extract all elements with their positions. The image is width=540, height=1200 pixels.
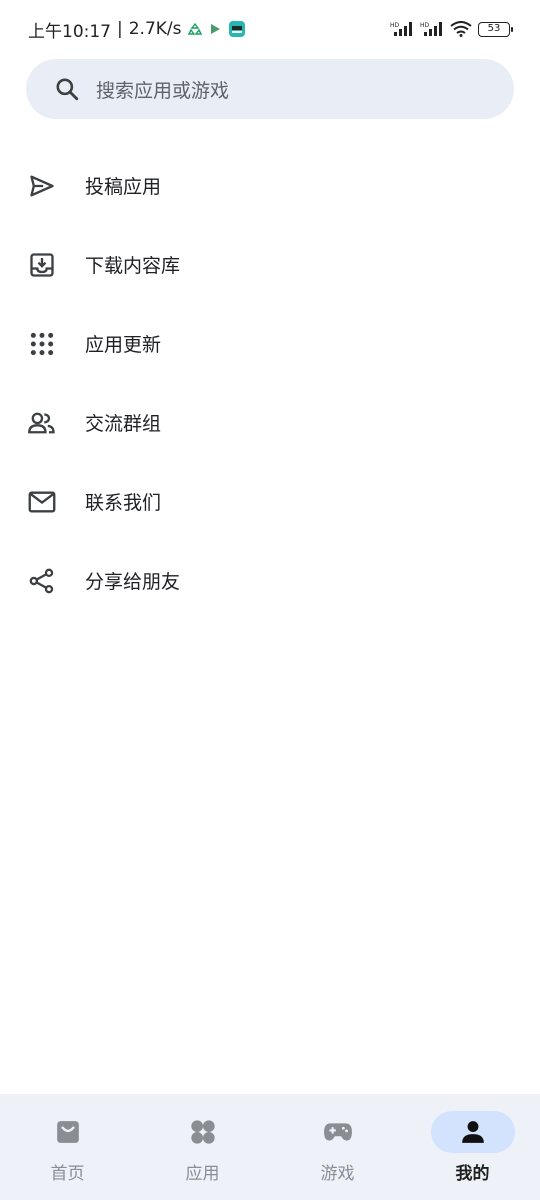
- play-store-icon: [208, 22, 222, 36]
- nav-tab-home[interactable]: 首页: [0, 1094, 135, 1184]
- nav-label: 游戏: [320, 1164, 355, 1184]
- menu-item-contact-us[interactable]: 联系我们: [0, 462, 540, 541]
- app-notification-icon: [228, 20, 246, 38]
- group-icon: [27, 408, 57, 438]
- svg-text:HD: HD: [420, 22, 430, 29]
- apps-grid-icon: [27, 329, 57, 359]
- nav-tab-games[interactable]: 游戏: [270, 1094, 405, 1184]
- gamepad-icon: [323, 1120, 353, 1144]
- menu-item-label: 投稿应用: [85, 176, 162, 198]
- send-icon: [27, 171, 57, 201]
- home-bag-icon: [55, 1119, 81, 1145]
- menu-item-label: 下载内容库: [85, 255, 181, 277]
- status-separator: |: [117, 19, 123, 39]
- status-bar: 上午10:17 | 2.7K/s HD HD 53: [0, 0, 540, 58]
- nav-pill-active: [430, 1111, 515, 1153]
- nav-label: 首页: [50, 1164, 85, 1184]
- menu-item-app-updates[interactable]: 应用更新: [0, 304, 540, 383]
- menu-item-submit-app[interactable]: 投稿应用: [0, 146, 540, 225]
- menu-item-community-groups[interactable]: 交流群组: [0, 383, 540, 462]
- bottom-nav: 首页 应用 游戏 我的: [0, 1094, 540, 1200]
- search-icon: [54, 76, 80, 102]
- status-time: 上午10:17: [28, 21, 111, 42]
- hd-signal-icon: HD: [420, 21, 444, 37]
- nav-pill: [26, 1111, 110, 1153]
- battery-icon: 53: [478, 21, 513, 37]
- status-left: 上午10:17 | 2.7K/s: [28, 17, 246, 42]
- status-right: HD HD 53: [390, 21, 513, 37]
- nav-label: 我的: [455, 1164, 490, 1184]
- hd-signal-icon: HD: [390, 21, 414, 37]
- nav-tab-me[interactable]: 我的: [405, 1094, 540, 1184]
- menu-list: 投稿应用 下载内容库 应用更新 交流群组 联系我们 分享给朋友: [0, 146, 540, 620]
- share-icon: [27, 566, 57, 596]
- nav-pill: [161, 1111, 245, 1153]
- search-placeholder: 搜索应用或游戏: [96, 79, 230, 102]
- menu-item-download-library[interactable]: 下载内容库: [0, 225, 540, 304]
- menu-item-share[interactable]: 分享给朋友: [0, 541, 540, 620]
- apps-icon: [189, 1118, 217, 1146]
- network-speed: 2.7K/s: [128, 19, 182, 39]
- person-icon: [460, 1119, 486, 1145]
- mail-icon: [27, 487, 57, 517]
- wifi-icon: [450, 21, 472, 37]
- menu-item-label: 交流群组: [85, 413, 162, 435]
- search-bar[interactable]: 搜索应用或游戏: [26, 59, 514, 119]
- svg-text:HD: HD: [390, 22, 400, 29]
- menu-item-label: 分享给朋友: [85, 571, 181, 593]
- nav-pill: [296, 1111, 380, 1153]
- nav-tab-apps[interactable]: 应用: [135, 1094, 270, 1184]
- download-inbox-icon: [27, 250, 57, 280]
- menu-item-label: 联系我们: [85, 492, 162, 514]
- nav-label: 应用: [185, 1164, 220, 1184]
- menu-item-label: 应用更新: [85, 334, 162, 356]
- recycle-icon: [187, 22, 202, 36]
